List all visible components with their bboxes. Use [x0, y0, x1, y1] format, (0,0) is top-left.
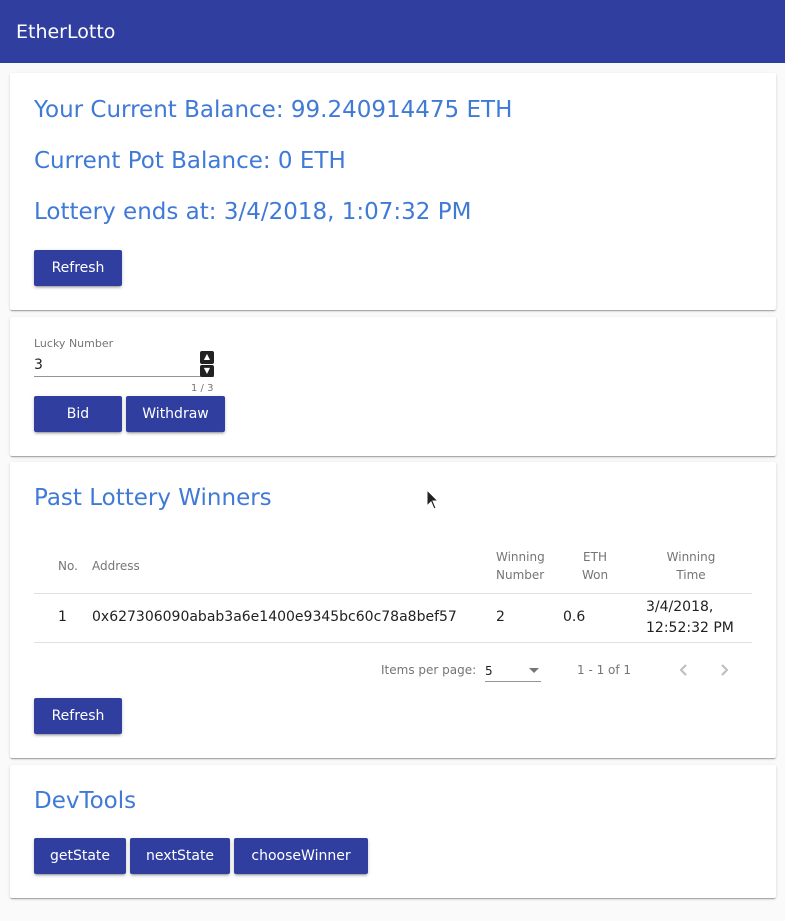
- character-count-hint: 1 / 3: [191, 383, 214, 394]
- get-state-button[interactable]: getState: [34, 838, 126, 874]
- page-range-label: 1 - 1 of 1: [577, 663, 632, 677]
- column-winning-time-line1: Winning: [666, 549, 716, 564]
- items-per-page-value: 5: [485, 664, 493, 678]
- chevron-left-icon: [679, 664, 687, 676]
- app-title: EtherLotto: [16, 20, 116, 43]
- column-winning-number-line2: Number: [496, 567, 545, 582]
- withdraw-button[interactable]: Withdraw: [126, 396, 225, 432]
- cell-no: 1: [34, 593, 92, 643]
- cell-winning-time: 3/4/2018, 12:52:32 PM: [630, 593, 752, 643]
- devtools-card: DevTools getState nextState chooseWinner: [10, 765, 776, 898]
- items-per-page-label: Items per page:: [381, 663, 477, 677]
- decrement-icon[interactable]: ▼: [200, 364, 214, 377]
- next-state-button[interactable]: nextState: [130, 838, 230, 874]
- next-page-button[interactable]: [710, 656, 738, 684]
- column-winning-time[interactable]: Winning Time: [630, 539, 752, 594]
- number-stepper[interactable]: ▲ ▼: [200, 351, 214, 377]
- column-winning-time-line2: Time: [676, 567, 706, 582]
- lucky-number-label: Lucky Number: [34, 337, 114, 350]
- lucky-number-input[interactable]: [34, 353, 214, 377]
- column-eth-won-line1: ETH: [583, 549, 607, 564]
- column-eth-won[interactable]: ETH Won: [560, 539, 630, 594]
- cell-winning-time-date: 3/4/2018,: [646, 598, 714, 615]
- column-address[interactable]: Address: [92, 539, 494, 594]
- winners-table: No. Address Winning Number ETH Won Winni…: [34, 539, 752, 643]
- table-row: 1 0x627306090abab3a6e1400e9345bc60c78a8b…: [34, 593, 752, 643]
- arrow-drop-down-icon: [529, 668, 539, 673]
- items-per-page-select[interactable]: 5: [485, 660, 541, 682]
- cell-winning-number: 2: [494, 593, 560, 643]
- pot-balance: Current Pot Balance: 0 ETH: [34, 148, 346, 174]
- column-winning-number-line1: Winning: [496, 549, 545, 564]
- winners-card: Past Lottery Winners No. Address Winning…: [10, 462, 776, 758]
- paginator: Items per page: 5 1 - 1 of 1: [34, 650, 752, 690]
- balance-card: Your Current Balance: 99.240914475 ETH C…: [10, 73, 776, 310]
- bid-button[interactable]: Bid: [34, 396, 122, 432]
- cell-address: 0x627306090abab3a6e1400e9345bc60c78a8bef…: [92, 593, 494, 643]
- column-winning-number[interactable]: Winning Number: [494, 539, 560, 594]
- table-header-row: No. Address Winning Number ETH Won Winni…: [34, 539, 752, 594]
- cell-winning-time-clock: 12:52:32 PM: [646, 619, 734, 636]
- refresh-balance-button[interactable]: Refresh: [34, 250, 122, 286]
- mouse-pointer-icon: [426, 489, 440, 510]
- previous-page-button[interactable]: [670, 656, 698, 684]
- cell-eth-won: 0.6: [560, 593, 630, 643]
- lottery-end-time: Lottery ends at: 3/4/2018, 1:07:32 PM: [34, 199, 472, 225]
- winners-title: Past Lottery Winners: [34, 485, 272, 511]
- chevron-right-icon: [721, 664, 729, 676]
- choose-winner-button[interactable]: chooseWinner: [234, 838, 368, 874]
- bid-card: Lucky Number ▲ ▼ 1 / 3 Bid Withdraw: [10, 317, 776, 456]
- column-eth-won-line2: Won: [581, 567, 609, 582]
- current-balance: Your Current Balance: 99.240914475 ETH: [34, 97, 513, 123]
- increment-icon[interactable]: ▲: [200, 351, 214, 364]
- app-toolbar: EtherLotto: [0, 0, 785, 63]
- refresh-winners-button[interactable]: Refresh: [34, 698, 122, 734]
- column-no[interactable]: No.: [34, 539, 92, 594]
- devtools-title: DevTools: [34, 788, 137, 814]
